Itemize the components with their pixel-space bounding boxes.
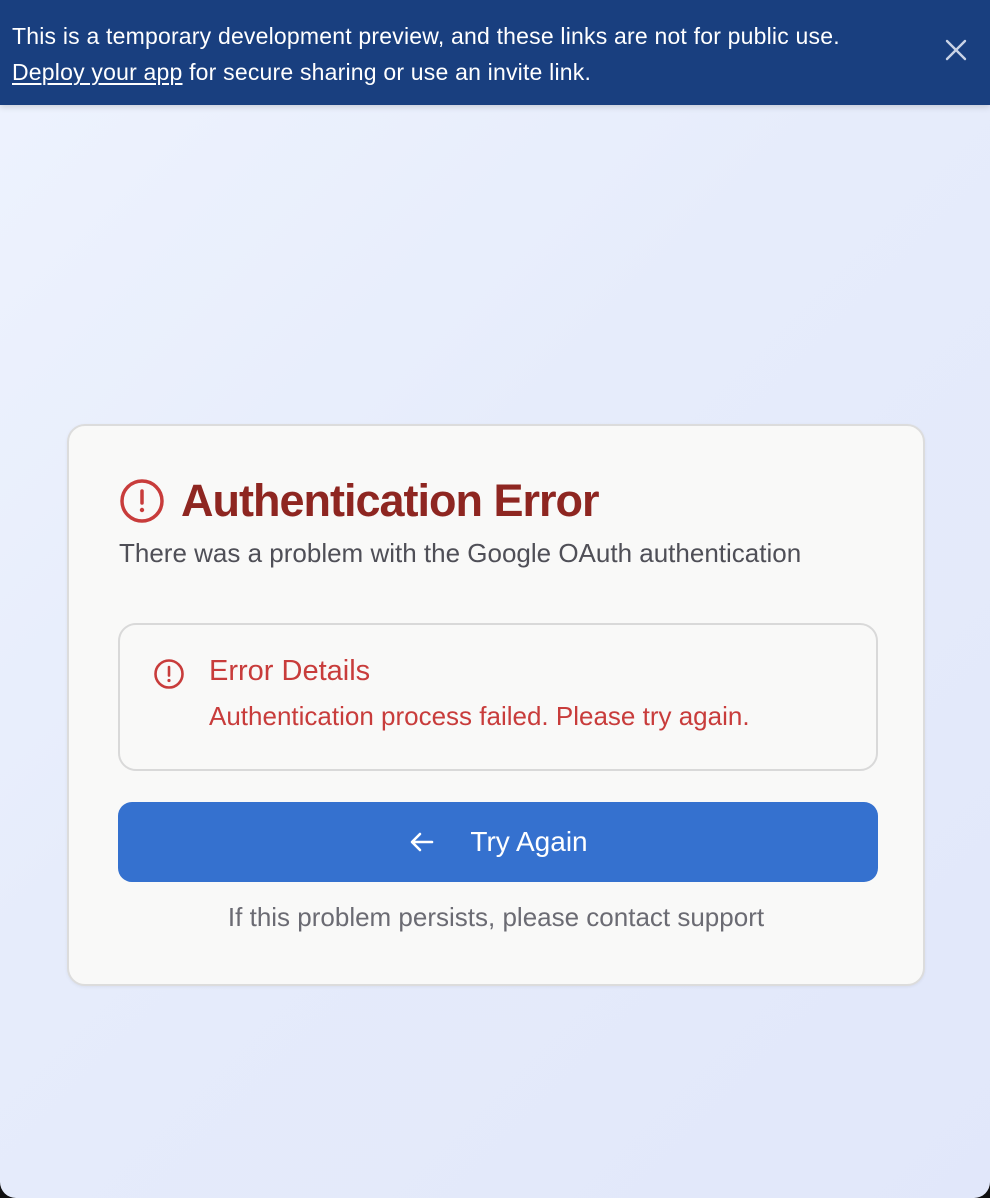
preview-banner: This is a temporary development preview,… <box>0 0 990 105</box>
deploy-app-link[interactable]: Deploy your app <box>12 59 183 85</box>
alert-circle-icon <box>154 659 184 689</box>
alert-circle-icon <box>120 479 164 523</box>
page-title: Authentication Error <box>181 475 600 526</box>
banner-message-suffix: for secure sharing or use an invite link… <box>182 59 592 85</box>
page-frame: This is a temporary development preview,… <box>0 0 990 1198</box>
title-row: Authentication Error <box>119 475 600 526</box>
error-details-title: Error Details <box>209 655 371 687</box>
try-again-label: Try Again <box>470 826 588 857</box>
try-again-button[interactable]: Try Again <box>118 802 878 882</box>
error-details-box: Error Details Authentication process fai… <box>118 623 878 771</box>
error-details-message: Authentication process failed. Please tr… <box>209 701 750 731</box>
arrow-left-icon <box>411 832 434 852</box>
close-icon[interactable] <box>944 38 968 62</box>
error-subtitle: There was a problem with the Google OAut… <box>119 538 802 568</box>
banner-message: This is a temporary development preview,… <box>12 23 840 49</box>
banner-second-line: Deploy your app for secure sharing or us… <box>12 54 910 90</box>
support-note: If this problem persists, please contact… <box>227 902 765 932</box>
auth-error-card: Authentication Error There was a problem… <box>67 424 925 986</box>
